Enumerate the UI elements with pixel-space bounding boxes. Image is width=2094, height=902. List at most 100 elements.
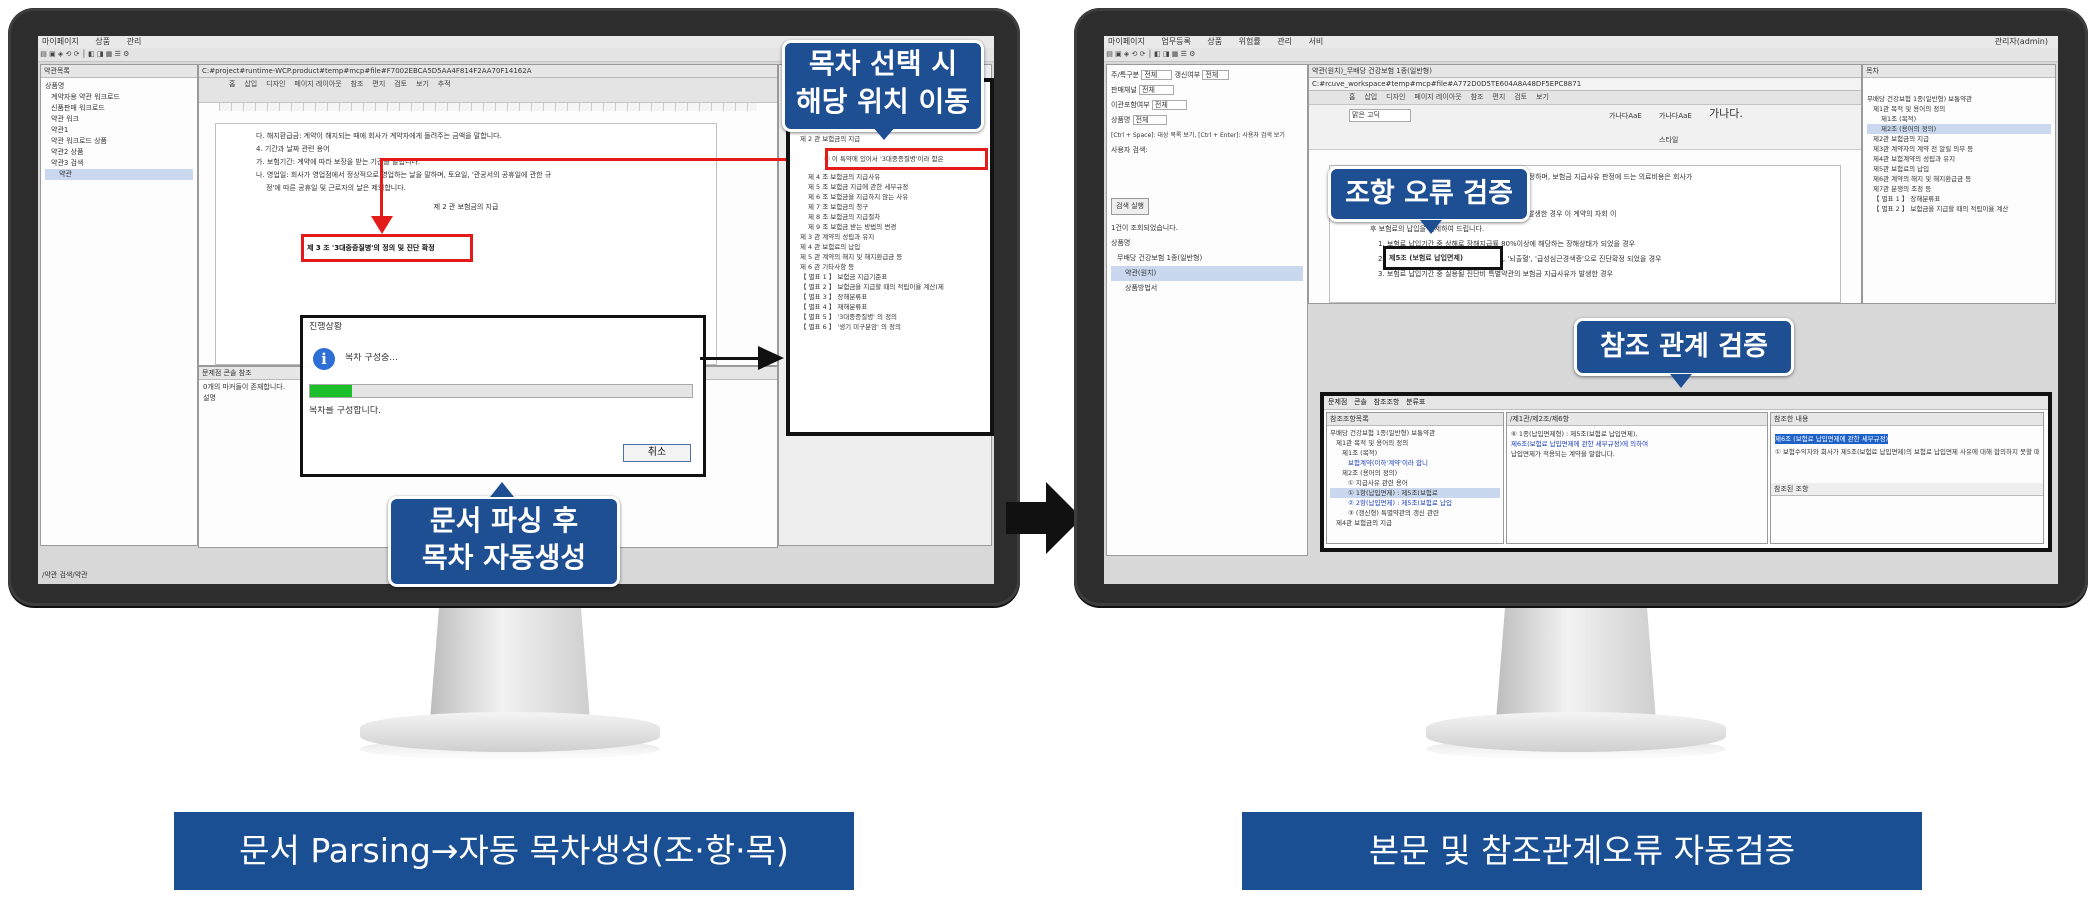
tree-item[interactable]: 약관 워크로드 상품 bbox=[45, 136, 193, 147]
tree-item[interactable]: 약관 워크 bbox=[45, 114, 193, 125]
tree-item[interactable]: 약관3 검색 bbox=[45, 158, 193, 169]
ribbon-tab-layout[interactable]: 페이지 레이아웃 bbox=[294, 80, 341, 88]
filter-select[interactable]: 전체 bbox=[1202, 70, 1230, 80]
ref-item[interactable]: 제2조 (용어의 정의) bbox=[1330, 468, 1500, 478]
toc-item[interactable]: 【 별표 6 】 '생기 미구분암' 의 정의 bbox=[794, 322, 990, 332]
ref-item[interactable]: ① 지급사유 관련 용어 bbox=[1330, 478, 1500, 488]
ribbon-tab-home[interactable]: 홈 bbox=[1349, 93, 1355, 101]
filter-select[interactable]: 전체 bbox=[1132, 115, 1168, 125]
cancel-button[interactable]: 취소 bbox=[623, 444, 691, 462]
outline-item[interactable]: 제5관 보험료의 납입 bbox=[1867, 164, 2051, 174]
outline-item[interactable]: 무배당 건강보험 1종(일반형) 보통약관 bbox=[1867, 94, 2051, 104]
result-tree-item[interactable]: 무배당 건강보험 1종(일반형) bbox=[1111, 251, 1303, 266]
menu-product[interactable]: 상품 bbox=[1203, 37, 1222, 46]
filter-select[interactable]: 전체 bbox=[1151, 100, 1187, 110]
toc-item[interactable]: 【 별표 2 】 보험금을 지급할 때의 적립이율 계산(제 bbox=[794, 282, 990, 292]
toc-item[interactable]: 제 6 조 보험금을 지급하지 않는 사유 bbox=[794, 192, 990, 202]
tab-reference[interactable]: 참조조항 bbox=[1374, 398, 1400, 406]
outline-item[interactable]: 제7관 분쟁의 조정 등 bbox=[1867, 184, 2051, 194]
toc-item[interactable]: 제 8 조 보험금의 지급절차 bbox=[794, 212, 990, 222]
ref-item[interactable]: 제1관 목적 및 용어의 정의 bbox=[1330, 438, 1500, 448]
toc-item[interactable]: 【 별표 5 】 '3대중증질병' 의 정의 bbox=[794, 312, 990, 322]
ribbon-tab-layout[interactable]: 페이지 레이아웃 bbox=[1414, 93, 1461, 101]
result-tree-item[interactable]: 약관(원치) bbox=[1111, 266, 1303, 281]
ribbon-tab-mailings[interactable]: 편지 bbox=[1492, 93, 1505, 101]
ribbon-tab-home[interactable]: 홈 bbox=[229, 80, 235, 88]
toc-item[interactable]: 제 4 관 보험료의 납입 bbox=[794, 242, 990, 252]
outline-item[interactable]: 【 별표 1 】 장해분류표 bbox=[1867, 194, 2051, 204]
filter-select[interactable]: 전체 bbox=[1139, 85, 1174, 95]
tab-problems[interactable]: 문제점 bbox=[1328, 398, 1347, 406]
menu-mypage[interactable]: 마이페이지 bbox=[38, 37, 79, 46]
ribbon-tab-view[interactable]: 보기 bbox=[416, 80, 429, 88]
toc-item[interactable]: 【 별표 1 】 보험금 지급기준표 bbox=[794, 272, 990, 282]
tree-item[interactable]: 신품판매 워크로드 bbox=[45, 103, 193, 114]
menu-product[interactable]: 상품 bbox=[91, 37, 110, 46]
tree-item[interactable]: 약관 bbox=[45, 169, 193, 180]
ribbon-tab-insert[interactable]: 삽입 bbox=[244, 80, 257, 88]
outline-item[interactable]: 제3관 계약자의 계약 전 알릴 의무 등 bbox=[1867, 144, 2051, 154]
reference-content-panel: 참조한 내용 제6조 (보험료 납입면제에 관한 세부규정) ① 보험수익자와 … bbox=[1770, 412, 2044, 544]
menu-risk[interactable]: 위험률 bbox=[1235, 37, 1261, 46]
ref-item[interactable]: 무배당 건강보험 1종(일반형) 보통약관 bbox=[1330, 428, 1500, 438]
menu-service[interactable]: 서비 bbox=[1305, 37, 1324, 46]
tree-item[interactable]: 계약자용 약관 워크로드 bbox=[45, 92, 193, 103]
tree-item[interactable]: 약관1 bbox=[45, 125, 193, 136]
ref-item[interactable]: ③ (갱신형) 특별약관의 갱신 관련 bbox=[1330, 508, 1500, 518]
ribbon-tab-design[interactable]: 디자인 bbox=[1386, 93, 1405, 101]
callout-reference-text: 참조 관계 검증 bbox=[1600, 331, 1768, 362]
outline-item[interactable]: 제1조 (목적) bbox=[1867, 114, 2051, 124]
result-tree-item[interactable]: 상품방법서 bbox=[1111, 281, 1303, 296]
font-name[interactable]: 맑은 고딕 bbox=[1349, 109, 1411, 122]
toc-item[interactable]: 제 9 조 보험금 받는 방법의 변경 bbox=[794, 222, 990, 232]
toc-item[interactable]: 【 별표 4 】 재해분류표 bbox=[794, 302, 990, 312]
outline-item[interactable]: 제1관 목적 및 용어의 정의 bbox=[1867, 104, 2051, 114]
style-sample-1[interactable]: 가나다AaE bbox=[1609, 111, 1642, 122]
left-navigator-tree: 상품명 계약자용 약관 워크로드 신품판매 워크로드 약관 워크 약관1 약관 … bbox=[41, 78, 197, 183]
outline-item[interactable]: 제2조 (용어의 정의) bbox=[1867, 124, 2051, 134]
outline-item[interactable]: 제6관 계약의 해지 및 해지환급금 등 bbox=[1867, 174, 2051, 184]
toc-item[interactable]: 제 3 관 계약의 성립과 유지 bbox=[794, 232, 990, 242]
ribbon-tab-view[interactable]: 보기 bbox=[1536, 93, 1549, 101]
toc-item[interactable]: 제 7 조 보험금의 청구 bbox=[794, 202, 990, 212]
menu-register[interactable]: 업무등록 bbox=[1157, 37, 1190, 46]
search-button[interactable]: 검색 실행 bbox=[1111, 198, 1149, 215]
toc-item[interactable]: 제 6 관 기타사항 등 bbox=[794, 262, 990, 272]
reference-center-header: /제1관/제2조/제6항 bbox=[1507, 413, 1767, 426]
ribbon-tab-review[interactable]: 검토 bbox=[1514, 93, 1527, 101]
tree-item[interactable]: 약관2 상품 bbox=[45, 147, 193, 158]
ref-item[interactable]: ② 2항(납입면제) : 제5조(보험료 납입 bbox=[1330, 498, 1500, 508]
filter-select[interactable]: 전체 bbox=[1141, 70, 1173, 80]
toc-item[interactable]: 【 별표 3 】 장해분류표 bbox=[794, 292, 990, 302]
ref-item[interactable]: 제4관 보험금의 지급 bbox=[1330, 518, 1500, 528]
ref-item[interactable]: 제1조 (목적) bbox=[1330, 448, 1500, 458]
result-tree-item[interactable]: 상품명 bbox=[1111, 236, 1303, 251]
toc-item[interactable]: 제 5 조 보험금 지급에 관한 세부규정 bbox=[794, 182, 990, 192]
ribbon-tab-mailings[interactable]: 편지 bbox=[372, 80, 385, 88]
tab-classification[interactable]: 분류표 bbox=[1406, 398, 1425, 406]
ribbon-tab-review[interactable]: 검토 bbox=[394, 80, 407, 88]
ref-item-selected[interactable]: ① 1항(납입면제) : 제5조(보험료 bbox=[1330, 488, 1500, 498]
outline-item[interactable]: 제2관 보험금의 지급 bbox=[1867, 134, 2051, 144]
menu-user[interactable]: 관리자(admin) bbox=[1991, 36, 2048, 48]
style-sample-2[interactable]: 가나다AaE bbox=[1659, 111, 1692, 122]
menu-admin[interactable]: 관리 bbox=[123, 37, 142, 46]
outline-item[interactable]: 제4관 보험계약의 성립과 유지 bbox=[1867, 154, 2051, 164]
callout-article-error: 조항 오류 검증 bbox=[1328, 166, 1530, 222]
menu-mypage[interactable]: 마이페이지 bbox=[1104, 37, 1145, 46]
outline-item[interactable]: 【 별표 2 】 보험금을 지급할 때의 적립이율 계산 bbox=[1867, 204, 2051, 214]
toc-item[interactable]: 제 4 조 보험금의 지급사유 bbox=[794, 172, 990, 182]
toc-item[interactable]: 제 5 관 계약의 해지 및 해지환급금 등 bbox=[794, 252, 990, 262]
style-sample-3[interactable]: 가나다. bbox=[1709, 108, 1743, 119]
ribbon-tab-references[interactable]: 참조 bbox=[1471, 93, 1484, 101]
ribbon-tab-references[interactable]: 참조 bbox=[351, 80, 364, 88]
ribbon-tab-design[interactable]: 디자인 bbox=[266, 80, 285, 88]
filter-label: 판매채널 bbox=[1111, 86, 1137, 94]
ribbon-tab-track[interactable]: 추적 bbox=[438, 80, 451, 88]
tab-console[interactable]: 콘솔 bbox=[1354, 398, 1367, 406]
ref-item[interactable]: 보험계약(이하'계약'이라 합니 bbox=[1330, 458, 1500, 468]
ribbon-tab-insert[interactable]: 삽입 bbox=[1364, 93, 1377, 101]
menu-admin[interactable]: 관리 bbox=[1273, 37, 1292, 46]
tree-item[interactable]: 상품명 bbox=[45, 81, 193, 92]
info-icon: i bbox=[313, 348, 335, 370]
